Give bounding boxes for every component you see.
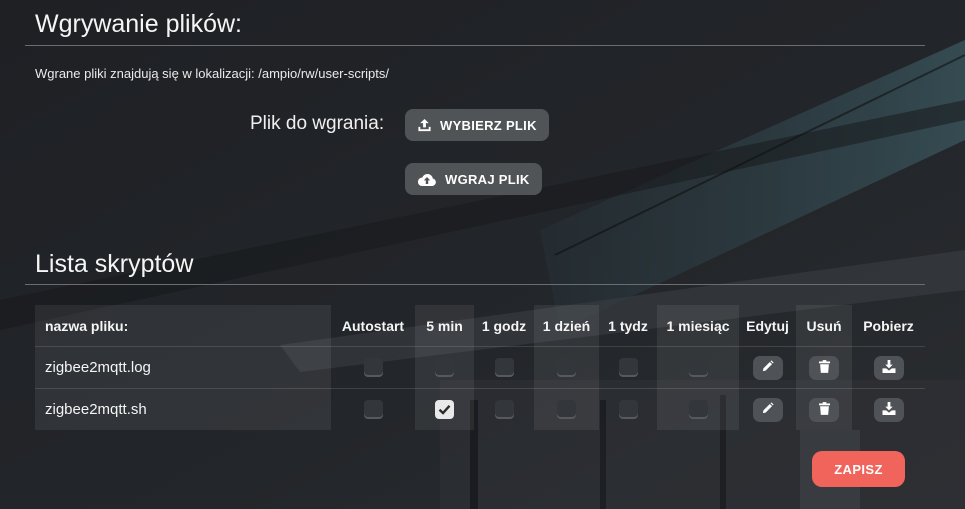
1week-checkbox[interactable] [618,358,638,377]
edit-button[interactable] [752,355,783,380]
table-row: zigbee2mqtt.sh [35,388,925,430]
file-to-upload-label: Plik do wgrania: [250,113,385,134]
column-header-autostart: Autostart [341,317,405,334]
choose-file-button[interactable]: WYBIERZ PLIK [405,109,549,141]
download-button[interactable] [873,355,904,380]
1day-checkbox[interactable] [557,400,576,419]
trash-icon [818,359,830,376]
trash-icon [818,401,830,418]
column-header-download: Pobierz [863,317,914,334]
content-panel: Wgrywanie plików: Wgrane pliki znajdują … [0,0,965,509]
download-button[interactable] [873,397,904,422]
divider [25,284,925,285]
upload-file-button[interactable]: WGRAJ PLIK [405,163,542,195]
scripts-section-title: Lista skryptów [35,250,194,278]
column-header-delete: Usuń [796,305,852,347]
1hour-checkbox[interactable] [494,400,514,419]
scripts-table: nazwa pliku: Autostart 5 min 1 godz 1 dz… [35,305,925,430]
1month-checkbox[interactable] [688,400,708,419]
upload-section-title: Wgrywanie plików: [35,10,243,38]
table-row: zigbee2mqtt.log [35,346,925,389]
column-header-1week: 1 tydz [608,317,648,334]
1month-checkbox[interactable] [688,358,708,377]
5min-checkbox[interactable] [435,400,454,419]
column-header-1month: 1 miesiąc [657,305,739,347]
upload-icon [417,118,432,133]
5min-checkbox[interactable] [435,358,454,377]
autostart-checkbox[interactable] [363,358,383,377]
script-name: zigbee2mqtt.log [35,346,331,389]
choose-file-label: WYBIERZ PLIK [440,117,537,133]
autostart-checkbox[interactable] [363,400,383,419]
upload-file-label: WGRAJ PLIK [445,171,530,187]
upload-location-info: Wgrane pliki znajdują się w lokalizacji:… [35,66,390,81]
column-header-edit: Edytuj [746,317,789,334]
column-header-1hour: 1 godz [481,317,527,334]
delete-button[interactable] [809,397,839,422]
cloud-upload-icon [417,172,437,187]
column-header-1day: 1 dzień [534,305,599,347]
column-header-5min: 5 min [415,305,474,347]
column-header-name: nazwa pliku: [35,305,331,347]
download-icon [882,359,896,376]
delete-button[interactable] [809,355,839,380]
divider [25,45,925,46]
1hour-checkbox[interactable] [494,358,514,377]
pencil-icon [761,359,774,376]
edit-button[interactable] [752,397,783,422]
save-button[interactable]: ZAPISZ [812,451,905,487]
download-icon [882,401,896,418]
pencil-icon [761,401,774,418]
table-header-row: nazwa pliku: Autostart 5 min 1 godz 1 dz… [35,305,925,347]
script-name: zigbee2mqtt.sh [35,388,331,430]
1day-checkbox[interactable] [557,358,576,377]
1week-checkbox[interactable] [618,400,638,419]
